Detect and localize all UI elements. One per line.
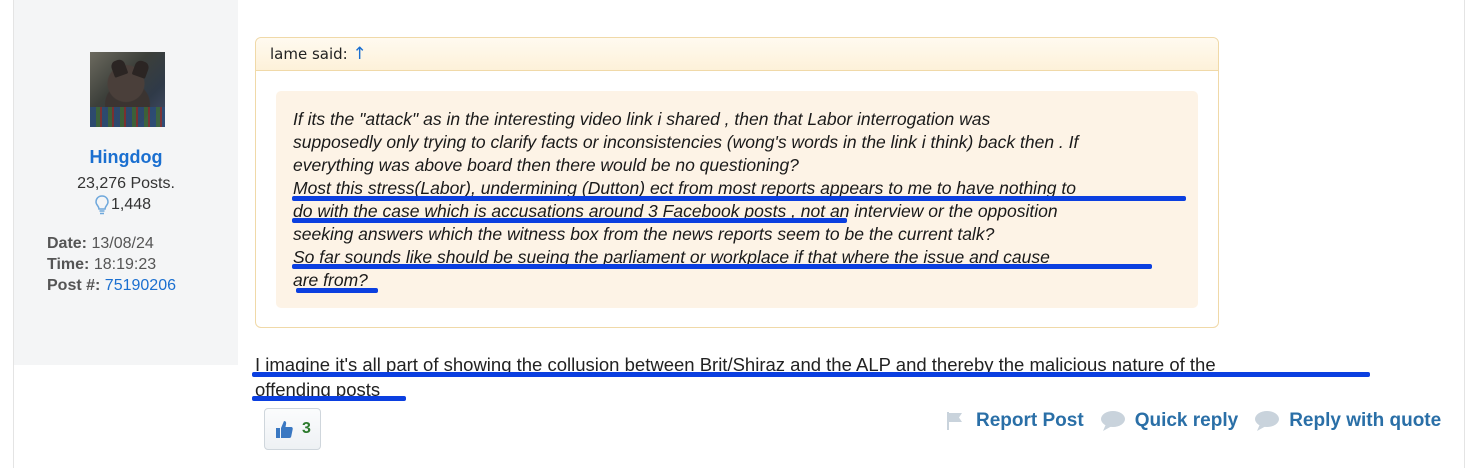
username-link[interactable]: Hingdog (14, 147, 238, 168)
message-line: offending posts (255, 379, 381, 400)
likes-received: 1,448 (95, 195, 151, 215)
time-label: Time: (47, 256, 90, 273)
quote-line: are from? (293, 270, 368, 290)
report-post-label: Report Post (976, 410, 1084, 431)
quote-line: seeking answers which the witness box fr… (293, 224, 995, 244)
post-number-label: Post #: (47, 277, 101, 294)
annotation-underline (252, 372, 1370, 377)
post-date: Date: 13/08/24 (47, 235, 154, 253)
quick-reply-button[interactable]: Quick reply (1100, 410, 1239, 432)
report-post-button[interactable]: Report Post (945, 410, 1084, 432)
post-time: Time: 18:19:23 (47, 256, 156, 274)
quote-header: lame said: ↑ (256, 38, 1218, 71)
quote-line: everything was above board then there wo… (293, 155, 799, 175)
time-value: 18:19:23 (93, 256, 157, 273)
quote-line: If its the "attack" as in the interestin… (293, 109, 991, 129)
thumbs-up-icon (276, 421, 293, 438)
annotation-underline (296, 288, 378, 293)
reply-with-quote-button[interactable]: Reply with quote (1254, 410, 1441, 432)
quote-author: lame said: (270, 45, 348, 63)
like-button[interactable]: 3 (264, 408, 321, 450)
speech-bubble-icon (1100, 411, 1125, 431)
post-number-link[interactable]: 75190206 (105, 277, 176, 294)
post-count: 23,276 Posts. (77, 175, 175, 192)
annotation-underline (292, 218, 847, 223)
lightbulb-icon (95, 195, 109, 215)
date-value: 13/08/24 (91, 235, 154, 252)
annotation-underline (252, 396, 406, 401)
like-count: 3 (302, 420, 311, 437)
date-label: Date: (47, 235, 88, 252)
likes-value: 1,448 (111, 196, 152, 213)
post-message: I imagine it's all part of showing the c… (255, 352, 1395, 402)
post-actions: Report Post Quick reply Reply with quote (945, 410, 1441, 432)
annotation-underline (292, 264, 1152, 269)
speech-bubble-icon (1255, 411, 1280, 431)
quote-block: lame said: ↑ If its the "attack" as in t… (255, 37, 1219, 328)
flag-icon (947, 412, 962, 430)
user-avatar[interactable] (90, 52, 165, 127)
go-to-quoted-post-icon[interactable]: ↑ (353, 44, 367, 64)
annotation-underline (292, 196, 1186, 201)
reply-with-quote-label: Reply with quote (1289, 410, 1442, 431)
post-number: Post #: 75190206 (47, 277, 176, 295)
quote-line: supposedly only trying to clarify facts … (293, 132, 1079, 152)
quick-reply-label: Quick reply (1134, 410, 1239, 431)
